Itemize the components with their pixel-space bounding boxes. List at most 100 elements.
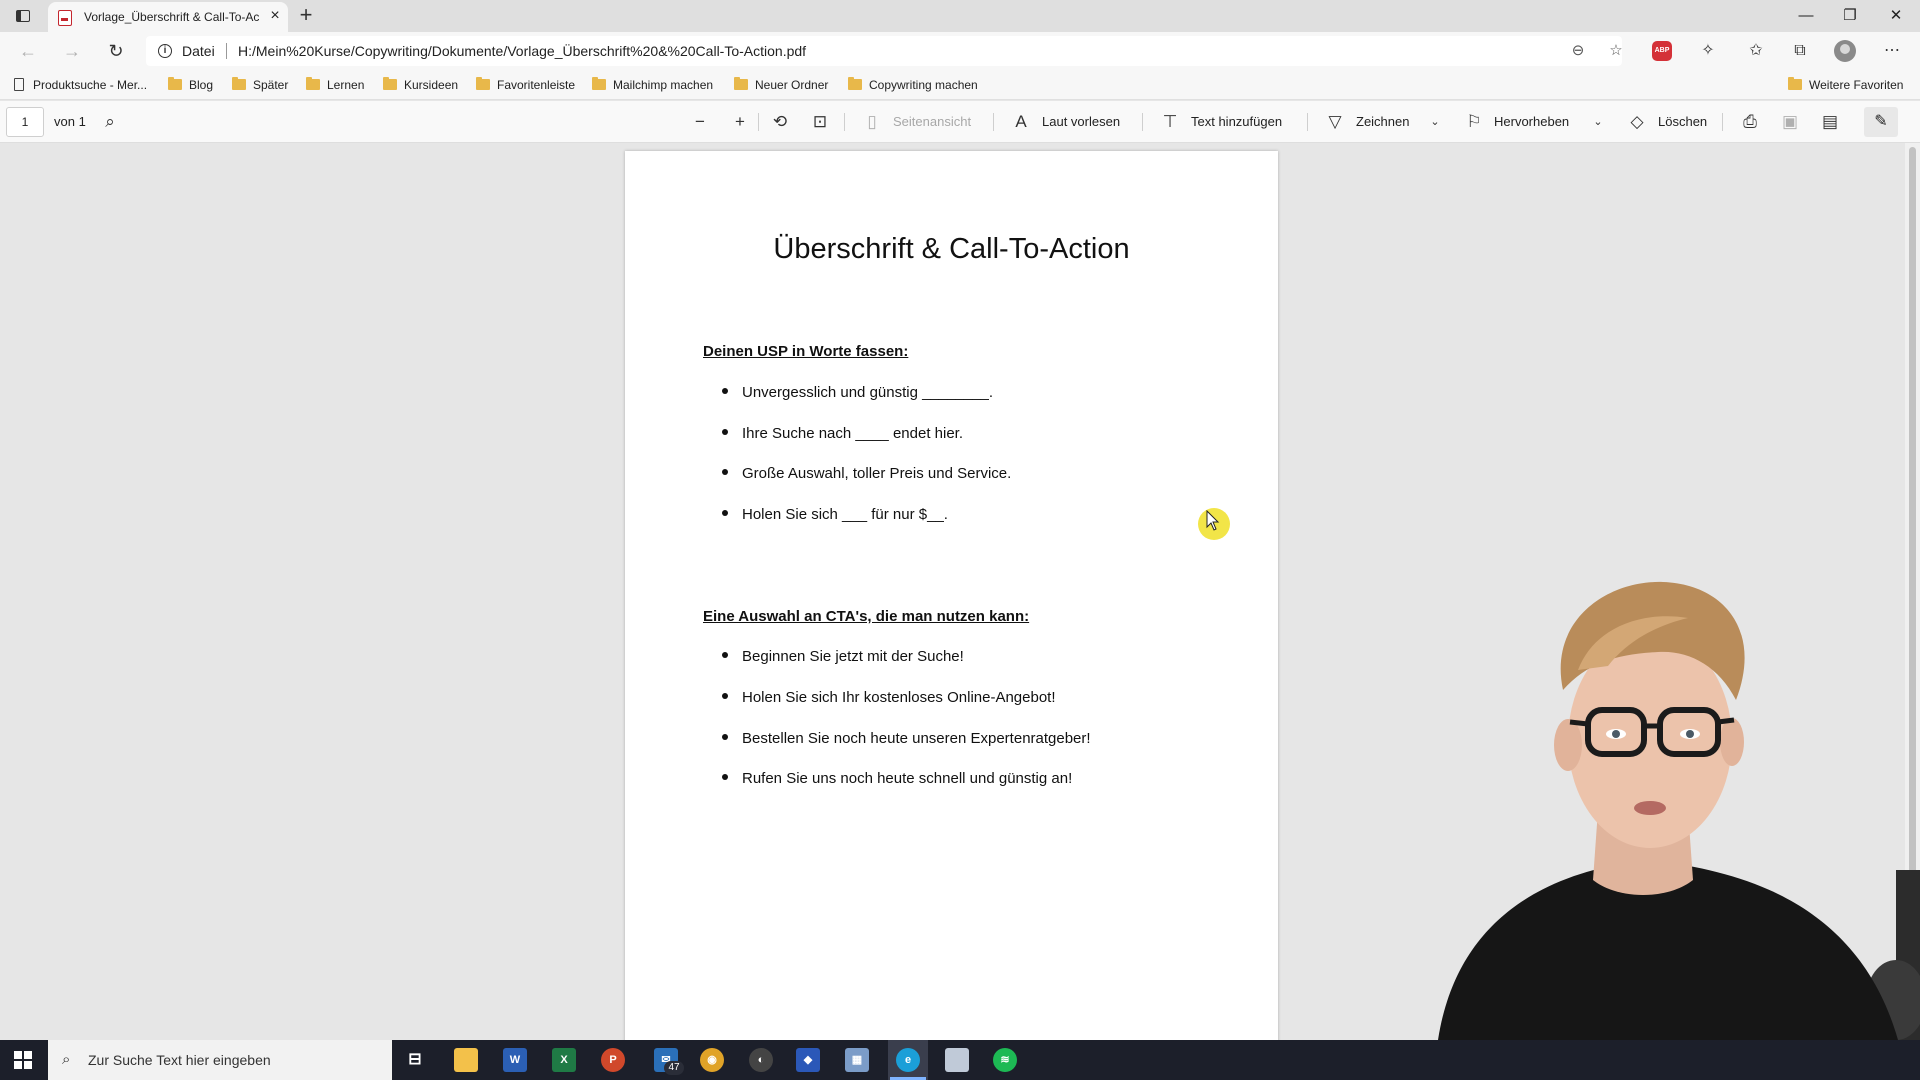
erase-button[interactable]: Löschen bbox=[1658, 114, 1707, 129]
folder-icon bbox=[383, 77, 397, 90]
favorite-folder[interactable]: Lernen bbox=[306, 76, 364, 94]
toolbar-separator bbox=[993, 113, 994, 131]
page-view-icon: ▯ bbox=[867, 112, 877, 131]
close-window-button[interactable]: ✕ bbox=[1876, 4, 1916, 28]
favorite-item[interactable]: Produktsuche - Mer... bbox=[14, 76, 147, 94]
mouse-cursor-icon bbox=[1206, 510, 1220, 531]
search-icon: ⌕ bbox=[62, 1051, 71, 1068]
favorite-label: Später bbox=[253, 78, 289, 92]
info-icon[interactable]: i bbox=[158, 44, 172, 58]
read-aloud-icon[interactable]: A bbox=[1011, 112, 1031, 132]
other-favorites-folder[interactable]: Weitere Favoriten bbox=[1788, 76, 1903, 94]
add-text-icon[interactable]: ⊤ bbox=[1160, 112, 1180, 132]
taskbar: ⌕ Zur Suche Text hier eingeben ⊟ W X P ✉… bbox=[0, 1040, 1920, 1080]
favorites-icon[interactable]: ✩ bbox=[1744, 40, 1768, 62]
section-heading-usp: Deinen USP in Worte fassen: bbox=[703, 343, 909, 360]
folder-icon bbox=[306, 77, 320, 90]
profile-avatar[interactable] bbox=[1834, 40, 1856, 62]
page-number-input[interactable]: 1 bbox=[6, 107, 44, 137]
file-explorer-icon[interactable] bbox=[454, 1048, 478, 1072]
favorite-folder[interactable]: Blog bbox=[168, 76, 213, 94]
add-text-button[interactable]: Text hinzufügen bbox=[1191, 114, 1282, 129]
obs-icon[interactable]: ◐ bbox=[749, 1048, 773, 1072]
app-icon[interactable]: ▦ bbox=[845, 1048, 869, 1072]
toolbar-separator bbox=[1722, 113, 1723, 131]
tab-title: Vorlage_Überschrift & Call-To-Ac bbox=[84, 10, 260, 24]
document-title: Überschrift & Call-To-Action bbox=[773, 233, 1130, 265]
spotify-icon[interactable]: ≋ bbox=[993, 1048, 1017, 1072]
list-item: Rufen Sie uns noch heute schnell und gün… bbox=[722, 770, 1072, 787]
list-item: Ihre Suche nach ____ endet hier. bbox=[722, 425, 963, 442]
favorite-label: Weitere Favoriten bbox=[1809, 78, 1904, 92]
favorite-label: Neuer Ordner bbox=[755, 78, 829, 92]
chevron-down-icon[interactable]: ⌄ bbox=[1425, 112, 1445, 132]
favorite-label: Copywriting machen bbox=[869, 78, 978, 92]
zoom-in-icon[interactable]: + bbox=[730, 112, 750, 132]
list-item: Holen Sie sich ___ für nur $__. bbox=[722, 506, 948, 523]
pin-toolbar-icon[interactable]: ✎ bbox=[1864, 107, 1898, 137]
save-as-icon[interactable]: ▤ bbox=[1820, 112, 1840, 132]
powerpoint-icon[interactable]: P bbox=[601, 1048, 625, 1072]
adblock-plus-icon[interactable]: ABP bbox=[1652, 41, 1672, 61]
folder-icon bbox=[848, 77, 862, 90]
zoom-out-icon[interactable]: ⊖ bbox=[1568, 42, 1588, 60]
navigation-bar: ← → ↻ i Datei H:/Mein%20Kurse/Copywritin… bbox=[0, 32, 1920, 70]
page-view-button: Seitenansicht bbox=[893, 114, 972, 129]
page-icon bbox=[14, 78, 24, 91]
scheme-label: Datei bbox=[182, 43, 215, 59]
address-bar[interactable]: i Datei H:/Mein%20Kurse/Copywriting/Doku… bbox=[146, 36, 1623, 66]
browser-tab-active[interactable]: Vorlage_Überschrift & Call-To-Ac × bbox=[48, 2, 288, 32]
maximize-button[interactable]: ❐ bbox=[1830, 4, 1870, 28]
fit-page-icon[interactable]: ⊡ bbox=[810, 112, 830, 132]
task-view-icon[interactable]: ⊟ bbox=[403, 1048, 427, 1072]
favorite-folder[interactable]: Copywriting machen bbox=[848, 76, 978, 94]
search-icon[interactable]: ⌕ bbox=[100, 112, 120, 132]
page-count-label: von 1 bbox=[54, 114, 86, 129]
app-icon[interactable]: ◆ bbox=[796, 1048, 820, 1072]
eraser-icon[interactable]: ◇ bbox=[1627, 112, 1647, 132]
favorite-folder[interactable]: Favoritenleiste bbox=[476, 76, 575, 94]
favorite-folder[interactable]: Mailchimp machen bbox=[592, 76, 713, 94]
folder-icon bbox=[476, 77, 490, 90]
list-item: Bestellen Sie noch heute unseren Experte… bbox=[722, 730, 1091, 747]
print-icon[interactable]: ⎙ bbox=[1740, 112, 1760, 132]
favorite-label: Produktsuche - Mer... bbox=[33, 78, 148, 92]
forward-arrow-icon[interactable]: → bbox=[60, 40, 84, 62]
tab-strip: Vorlage_Überschrift & Call-To-Ac × + — ❐… bbox=[0, 0, 1920, 32]
favorite-folder[interactable]: Neuer Ordner bbox=[734, 76, 828, 94]
toolbar-separator bbox=[1307, 113, 1308, 131]
back-arrow-icon[interactable]: ← bbox=[16, 40, 40, 62]
favorite-label: Blog bbox=[189, 78, 214, 92]
extensions-icon[interactable]: ✧ bbox=[1696, 40, 1720, 62]
excel-icon[interactable]: X bbox=[552, 1048, 576, 1072]
new-tab-button[interactable]: + bbox=[294, 3, 318, 27]
draw-button[interactable]: Zeichnen bbox=[1356, 114, 1409, 129]
reload-icon[interactable]: ↻ bbox=[104, 40, 128, 62]
chrome-icon[interactable]: ◉ bbox=[700, 1048, 724, 1072]
favorite-folder[interactable]: Kursideen bbox=[383, 76, 458, 94]
edge-icon[interactable]: e bbox=[890, 1048, 926, 1080]
more-menu-icon[interactable]: ⋯ bbox=[1880, 40, 1904, 62]
app-icon[interactable] bbox=[945, 1048, 969, 1072]
pdf-toolbar: 1 von 1 ⌕ − + ⟲ ⊡ ▯ Seitenansicht A Laut… bbox=[0, 101, 1920, 143]
favorite-folder[interactable]: Später bbox=[232, 76, 288, 94]
rotate-icon[interactable]: ⟲ bbox=[770, 112, 790, 132]
favorite-star-icon[interactable]: ☆ bbox=[1606, 42, 1626, 60]
read-aloud-button[interactable]: Laut vorlesen bbox=[1042, 114, 1120, 129]
collections-icon[interactable]: ⧉ bbox=[1788, 40, 1812, 62]
favorites-bar: Produktsuche - Mer... Blog Später Lernen… bbox=[0, 70, 1920, 100]
windows-start-icon[interactable] bbox=[14, 1051, 32, 1069]
highlight-icon[interactable]: ⚐ bbox=[1464, 112, 1484, 132]
tab-actions-icon[interactable] bbox=[12, 7, 34, 25]
minimize-button[interactable]: — bbox=[1786, 4, 1826, 28]
draw-icon[interactable]: ▽ bbox=[1325, 112, 1345, 132]
folder-icon bbox=[232, 77, 246, 90]
tab-close-icon[interactable]: × bbox=[266, 7, 284, 25]
taskbar-search[interactable]: ⌕ Zur Suche Text hier eingeben bbox=[48, 1040, 392, 1080]
search-placeholder: Zur Suche Text hier eingeben bbox=[88, 1052, 271, 1068]
address-url[interactable]: H:/Mein%20Kurse/Copywriting/Dokumente/Vo… bbox=[238, 43, 806, 59]
chevron-down-icon[interactable]: ⌄ bbox=[1588, 112, 1608, 132]
word-icon[interactable]: W bbox=[503, 1048, 527, 1072]
zoom-out-icon[interactable]: − bbox=[690, 112, 710, 132]
highlight-button[interactable]: Hervorheben bbox=[1494, 114, 1569, 129]
